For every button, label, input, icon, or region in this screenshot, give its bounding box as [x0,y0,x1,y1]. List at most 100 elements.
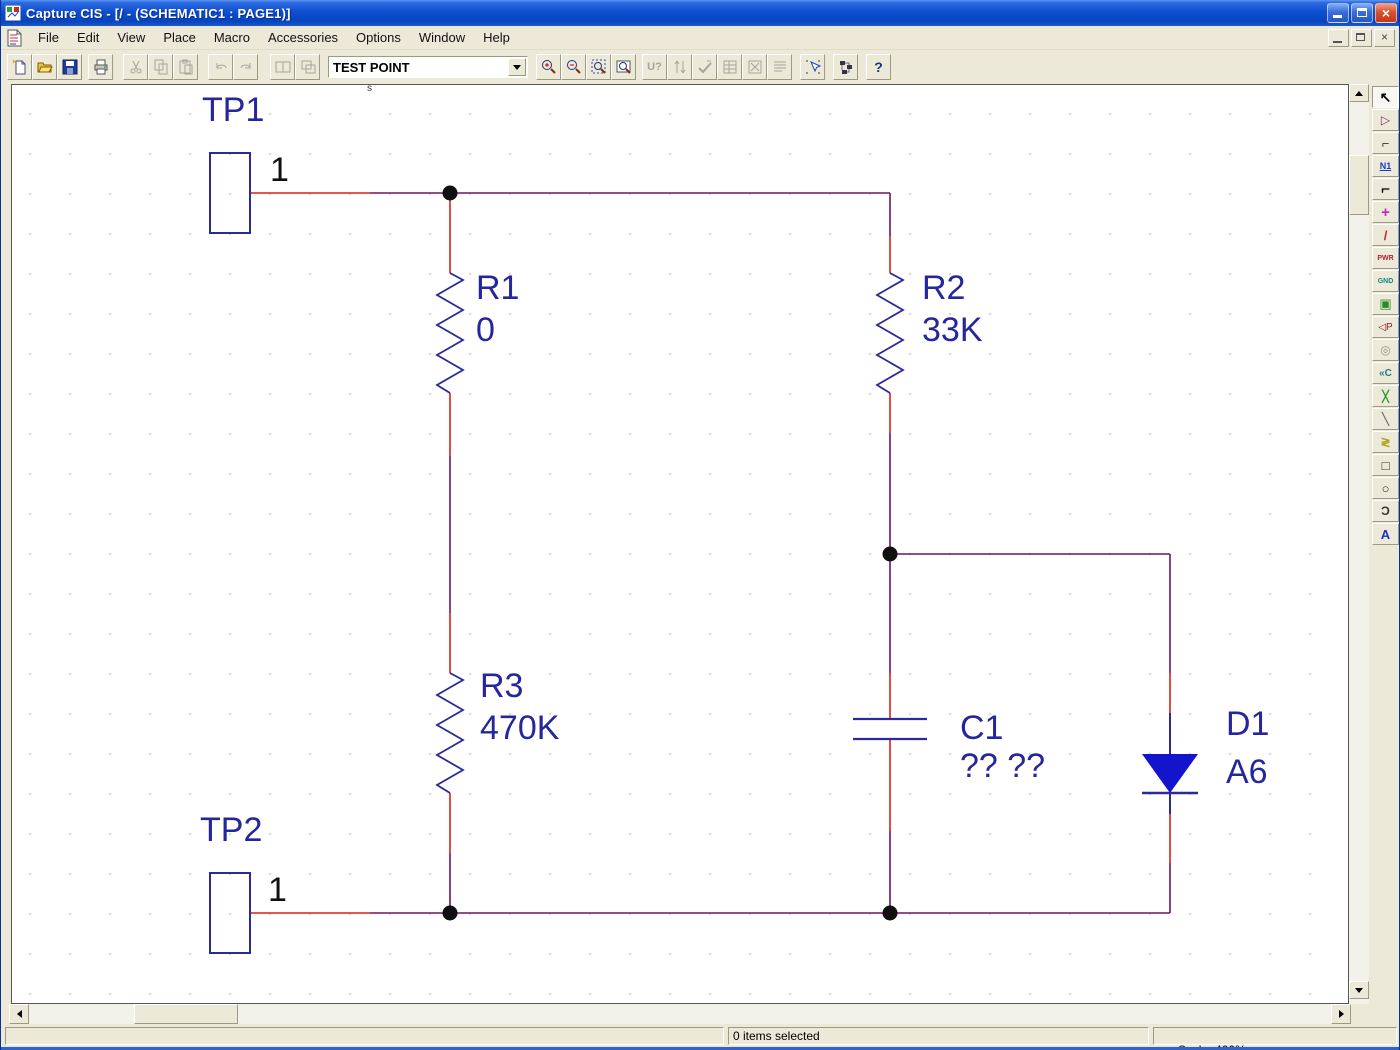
tp1-refdes[interactable]: TP1 [202,89,264,131]
menu-file[interactable]: File [29,27,68,48]
combo-dropdown-button[interactable] [508,58,526,76]
app-icon [5,5,21,21]
place-bus-button[interactable]: ⌐ [1372,178,1399,200]
close-button[interactable]: × [1375,3,1397,23]
part-combo[interactable]: TEST POINT [328,56,528,78]
horizontal-scroll-thumb[interactable] [134,1004,238,1024]
place-ellipse-button[interactable]: ○ [1372,477,1399,499]
place-off-page-connector-button[interactable]: «C [1372,362,1399,384]
place-line-button[interactable]: ╲ [1372,408,1399,430]
testpoint-tp1-symbol[interactable] [209,152,251,234]
snap-to-grid-icon [805,60,821,74]
place-bus-entry-button[interactable]: / [1372,224,1399,246]
mdi-minimize-button[interactable] [1328,28,1349,47]
paste-button[interactable] [173,54,198,80]
r3-refdes[interactable]: R3 [480,665,523,707]
scroll-left-button[interactable] [9,1004,29,1024]
mdi-close-button[interactable]: × [1374,28,1395,47]
place-bus-entry-icon: / [1383,227,1388,243]
place-hierarchical-block-button[interactable]: ▣ [1372,293,1399,315]
snap-to-grid-button[interactable] [800,54,825,80]
new-button[interactable] [7,54,32,80]
report-button[interactable] [767,54,792,80]
pin-segments[interactable] [250,192,1171,914]
place-part-button[interactable]: ▷ [1372,109,1399,131]
help-button[interactable]: ? [866,54,891,80]
r1-refdes[interactable]: R1 [476,267,519,309]
place-polyline-button[interactable]: ≷ [1372,431,1399,453]
schematic-canvas[interactable]: s TP1 1 R1 0 R2 33K R3 470K C1 ?? ?? D1 … [11,84,1349,1004]
vertical-scrollbar[interactable] [1349,84,1369,1004]
place-arc-button[interactable]: Ɔ [1372,500,1399,522]
menu-edit[interactable]: Edit [68,27,108,48]
place-hierarchical-pin-button[interactable]: ◎ [1372,339,1399,361]
redo-button[interactable] [233,54,258,80]
d1-value[interactable]: A6 [1226,751,1268,793]
menu-place[interactable]: Place [154,27,205,48]
report-icon [773,61,786,72]
place-ground-button[interactable]: GND [1372,270,1399,292]
resistor-r2-symbol[interactable] [875,272,905,394]
menu-accessories[interactable]: Accessories [259,27,347,48]
zoom-area-button[interactable] [586,54,611,80]
titlebar[interactable]: Capture CIS - [/ - (SCHEMATIC1 : PAGE1)]… [1,0,1399,26]
tp1-pin-number[interactable]: 1 [270,151,289,190]
r3-value[interactable]: 470K [480,707,559,749]
bom-button[interactable] [742,54,767,80]
place-wire-button[interactable]: ⌐ [1372,132,1399,154]
zoom-out-button[interactable] [561,54,586,80]
place-net-alias-button[interactable]: N1 [1372,155,1399,177]
place-hierarchical-port-button[interactable]: ◁P [1372,316,1399,338]
cascade-window-icon [301,60,315,74]
place-text-button[interactable]: A [1372,523,1399,545]
select-tool-button[interactable]: ↖ [1372,86,1399,108]
c1-value[interactable]: ?? ?? [960,745,1045,787]
place-junction-button[interactable]: + [1372,201,1399,223]
copy-button[interactable] [148,54,173,80]
zoom-in-button[interactable] [536,54,561,80]
annotate-button[interactable]: U? [642,54,667,80]
r2-value[interactable]: 33K [922,309,983,351]
d1-refdes[interactable]: D1 [1226,703,1269,745]
resistor-r1-symbol[interactable] [435,272,465,394]
tp2-refdes[interactable]: TP2 [200,809,262,851]
scroll-right-button[interactable] [1331,1004,1351,1024]
scroll-up-button[interactable] [1349,84,1369,102]
resistor-r3-symbol[interactable] [435,672,465,794]
r1-value[interactable]: 0 [476,309,495,351]
menu-window[interactable]: Window [410,27,474,48]
horizontal-scrollbar[interactable] [9,1004,1351,1024]
zoom-all-button[interactable] [611,54,636,80]
menu-view[interactable]: View [108,27,154,48]
place-rectangle-button[interactable]: □ [1372,454,1399,476]
r2-refdes[interactable]: R2 [922,267,965,309]
place-no-connect-button[interactable]: ╳ [1372,385,1399,407]
scroll-down-button[interactable] [1349,981,1369,999]
cut-button[interactable] [123,54,148,80]
vertical-scroll-thumb[interactable] [1349,155,1369,215]
undo-button[interactable] [208,54,233,80]
save-button[interactable] [57,54,82,80]
menu-macro[interactable]: Macro [205,27,259,48]
mdi-restore-button[interactable] [1351,28,1372,47]
restore-button[interactable] [1351,3,1373,23]
open-button[interactable] [32,54,57,80]
capacitor-c1-symbol[interactable] [853,717,927,741]
netlist-button[interactable] [717,54,742,80]
diode-d1-symbol[interactable] [1142,713,1198,814]
drc-button[interactable] [692,54,717,80]
menu-help[interactable]: Help [474,27,519,48]
c1-refdes[interactable]: C1 [960,707,1003,749]
tp2-pin-number[interactable]: 1 [268,871,287,910]
tile-window-button[interactable] [270,54,295,80]
zoom-area-icon [591,59,606,74]
minimize-button[interactable] [1327,3,1349,23]
print-button[interactable] [88,54,113,80]
place-power-button[interactable]: PWR [1372,247,1399,269]
restore-icon [1357,8,1367,17]
cascade-window-button[interactable] [295,54,320,80]
update-properties-button[interactable] [667,54,692,80]
testpoint-tp2-symbol[interactable] [209,872,251,954]
menu-options[interactable]: Options [347,27,410,48]
hierarchy-button[interactable] [833,54,858,80]
